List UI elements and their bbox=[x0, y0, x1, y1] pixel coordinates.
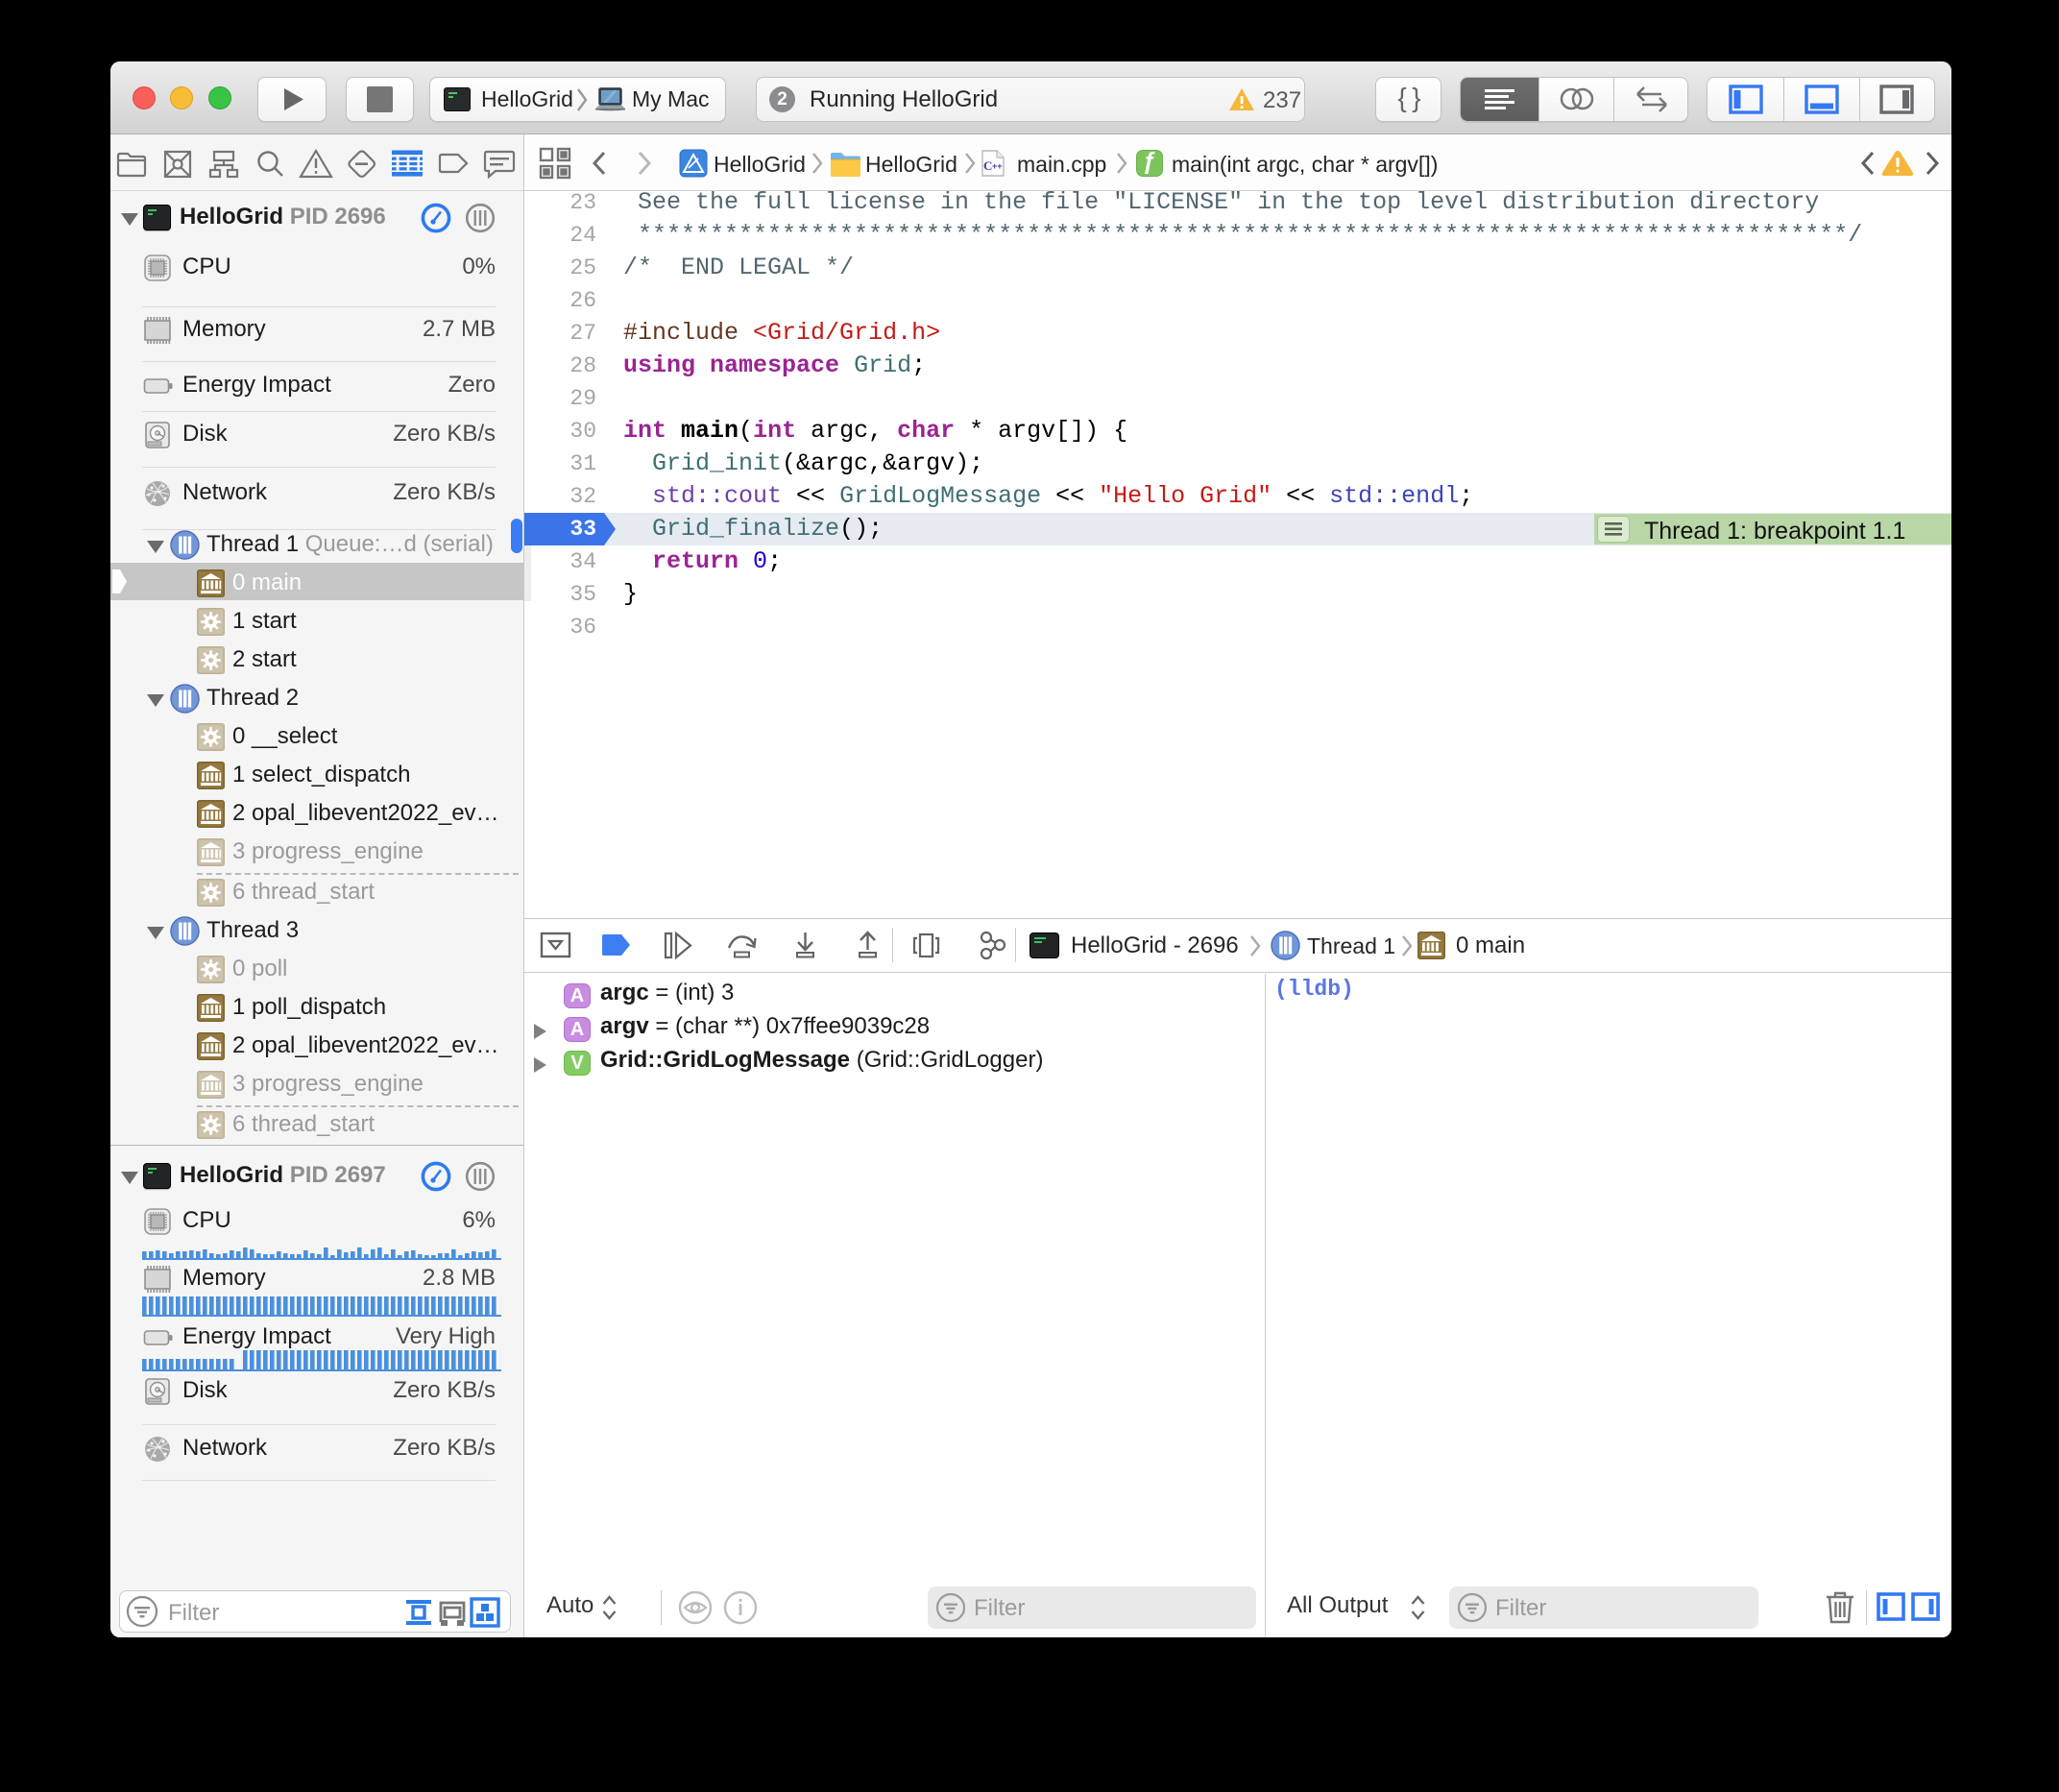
svg-text:++: ++ bbox=[992, 161, 1003, 171]
svg-text:C: C bbox=[983, 158, 992, 173]
